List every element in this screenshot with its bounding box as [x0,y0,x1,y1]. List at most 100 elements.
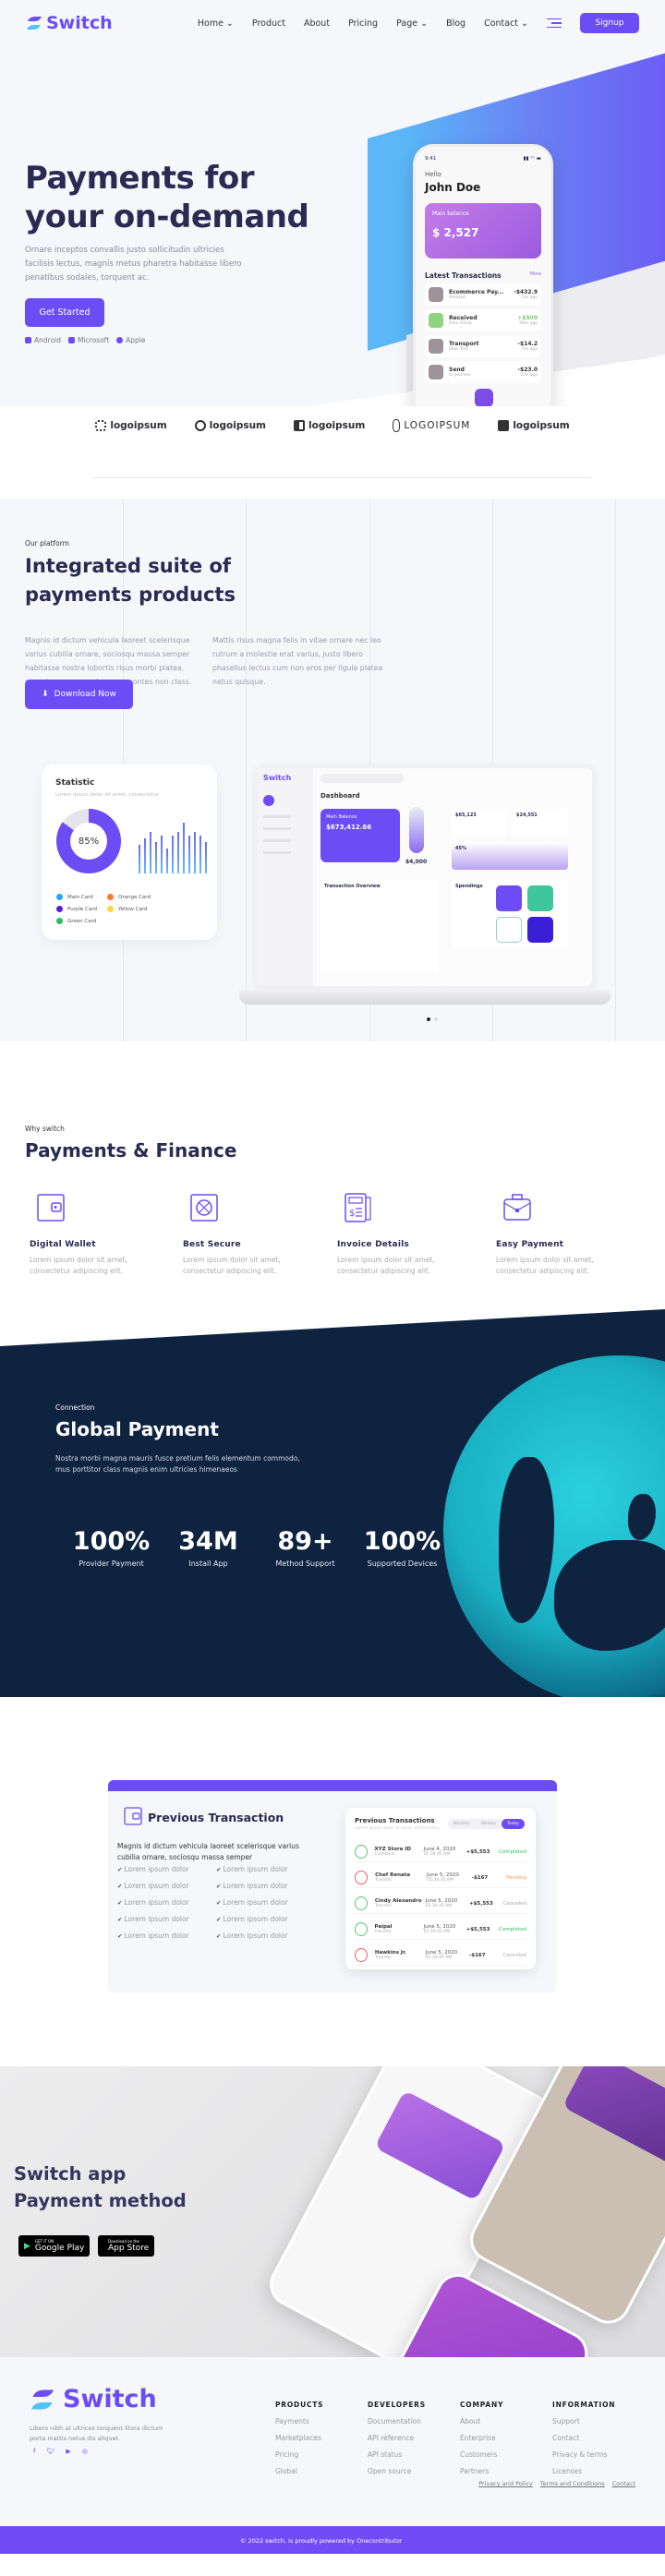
tab-weekly[interactable]: Weekly [476,1819,502,1829]
check-item: Lorem ipsum dolor [216,1882,315,1890]
dashboard-nav-icon[interactable] [263,795,274,806]
transaction-date: June 4, 2020 05:34:45 AM [423,1847,456,1857]
bar [183,823,185,873]
feature-title: Best Secure [183,1240,241,1249]
signup-button[interactable]: Signup [580,13,639,33]
stats-row: 100% Provider Payment 34M Install App 89+ M… [63,1527,451,1568]
footer-link[interactable]: Partners [460,2467,503,2475]
transaction-row[interactable]: Paipal Transfer June 5, 2020 05:34:45 AM +$5… [355,1920,526,1940]
phone-transaction[interactable]: Transport Uber Taxi -$14.2 5m ago [425,335,541,357]
footer-column: DEVELOPERS Documentation API reference API … [368,2401,426,2475]
feature-best-secure: Best Secure Lorem ipsum dolor sit amet, … [183,1192,312,1277]
dashboard-sidebar: Switch [258,768,313,986]
footer-link[interactable]: Support [552,2417,615,2426]
feature-text: Lorem ipsum dolor sit amet, consectetur … [337,1256,435,1275]
footer-logo[interactable]: Switch [30,2385,157,2413]
footer-link[interactable]: Contact [552,2434,615,2442]
tab-monthly[interactable]: Monthly [448,1819,476,1829]
phone-transaction[interactable]: Ecommerce Pay... Amazon -$432.9 2m ago [425,283,541,306]
footer-link[interactable]: Privacy & terms [552,2450,615,2459]
transaction-date: June 5, 2020 05:34:45 AM [427,1872,459,1883]
nav-page[interactable]: Page ⌄ [396,18,428,29]
statistic-title: Statistic [55,778,95,788]
brand-logo[interactable]: Switch [26,13,113,33]
footer-link[interactable]: Payments [275,2417,323,2426]
nav-pricing[interactable]: Pricing [348,18,378,29]
phone-user-name: John Doe [425,181,481,194]
switch-logo-icon [27,17,42,30]
chevron-down-icon: ⌄ [225,18,234,29]
bar-chart [139,823,207,873]
more-link[interactable]: More [530,271,541,280]
download-now-button[interactable]: ⬇ Download Now [25,680,133,709]
chevron-down-icon: ⌄ [521,18,528,29]
tab-today[interactable]: Today [501,1819,525,1829]
platform-microsoft: Microsoft [68,336,109,344]
nav-product[interactable]: Product [252,18,285,29]
why-kicker: Why switch [25,1125,65,1133]
transaction-row[interactable]: Chef Renata Transfer June 5, 2020 05:34:45 … [355,1868,526,1888]
phone-transaction[interactable]: Send to Jasmine -$23.0 21h ago [425,361,541,383]
transaction-name: XYZ Store ID Cashback [374,1847,411,1857]
nav-about[interactable]: About [304,18,330,29]
nav-label: Page [396,18,418,29]
bar [139,845,140,873]
chevron-down-icon: ⌄ [420,18,429,29]
logo-mark-icon [498,420,510,431]
carousel-dots[interactable] [427,1017,438,1021]
transaction-title: Received from Olivia [449,315,478,326]
instagram-icon[interactable]: ◎ [82,2448,88,2455]
footer-link[interactable]: API status [368,2450,426,2459]
facebook-icon[interactable]: f [33,2448,35,2455]
logo-mark-icon [194,420,206,431]
terms-link[interactable]: Terms and Conditions [540,2480,605,2487]
footer-link[interactable]: Enterprise [460,2434,503,2442]
youtube-icon[interactable]: ▶ [66,2448,70,2455]
privacy-policy-link[interactable]: Privacy and Policy [478,2480,533,2487]
footer-link[interactable]: API reference [368,2434,426,2442]
transaction-date: June 5, 2020 05:34:45 AM [425,1950,458,1960]
hero-section: Payments for your on-demand Ornare incept… [0,46,665,406]
get-started-button[interactable]: Get Started [25,298,104,327]
briefcase-icon [503,1194,531,1221]
footer-link[interactable]: Marketplaces [275,2434,323,2442]
partner-logo: logoipsum [194,419,266,432]
globe-image [443,1355,665,1697]
bar [150,832,151,873]
nav-home[interactable]: Home ⌄ [198,18,234,29]
status-badge: Completed [499,1926,526,1932]
nav-blog[interactable]: Blog [446,18,466,29]
menu-icon[interactable] [547,16,562,31]
app-store-button[interactable]: Download on the App Store [98,2235,155,2257]
wallet-icon [37,1194,65,1222]
arrow-up-icon [355,1948,368,1962]
nav-contact[interactable]: Contact ⌄ [484,18,528,29]
check-item: Lorem ipsum dolor [216,1865,315,1873]
footer-link[interactable]: Global [275,2467,323,2475]
twitter-icon[interactable]: 🐦︎ [46,2448,54,2455]
footer-link[interactable]: Documentation [368,2417,426,2426]
footer-link[interactable]: Open source [368,2467,426,2475]
footer-link[interactable]: Customers [460,2450,503,2459]
site-header: Switch Home ⌄ Product About Pricing Page ⌄… [0,0,665,46]
legend-dot [107,906,114,912]
footer-link[interactable]: Licenses [552,2467,615,2475]
transaction-row[interactable]: Cindy Alexandro Transfer June 5, 2020 05:34… [355,1894,526,1914]
transaction-amount: +$5,553 [469,1900,493,1907]
feature-text: Lorem ipsum dolor sit amet, consectetur … [183,1256,281,1275]
status-badge: Pending [506,1874,526,1881]
scan-button[interactable] [475,389,493,406]
transaction-icon [429,365,443,379]
transaction-row[interactable]: XYZ Store ID Cashback June 4, 2020 05:34:45… [355,1842,526,1862]
site-footer: Switch Libero nibh at ultrices torquent … [0,2357,665,2554]
footer-link[interactable]: About [460,2417,503,2426]
phone-greeting: Hello [425,171,441,178]
dashboard-area-chart: 45% [452,842,568,870]
feature-easy-payment: Easy Payment Lorem ipsum dolor sit amet,… [496,1192,625,1277]
transaction-row[interactable]: Hawkins Jr. Transfer June 5, 2020 05:34:45 … [355,1945,526,1966]
phone-transaction[interactable]: Received from Olivia +$500 50m ago [425,309,541,331]
footer-link[interactable]: Pricing [275,2450,323,2459]
google-play-button[interactable]: ▶ GET IT ON Google Play [18,2235,91,2257]
contact-link[interactable]: Contact [612,2480,635,2487]
dashboard-search[interactable] [320,774,404,783]
